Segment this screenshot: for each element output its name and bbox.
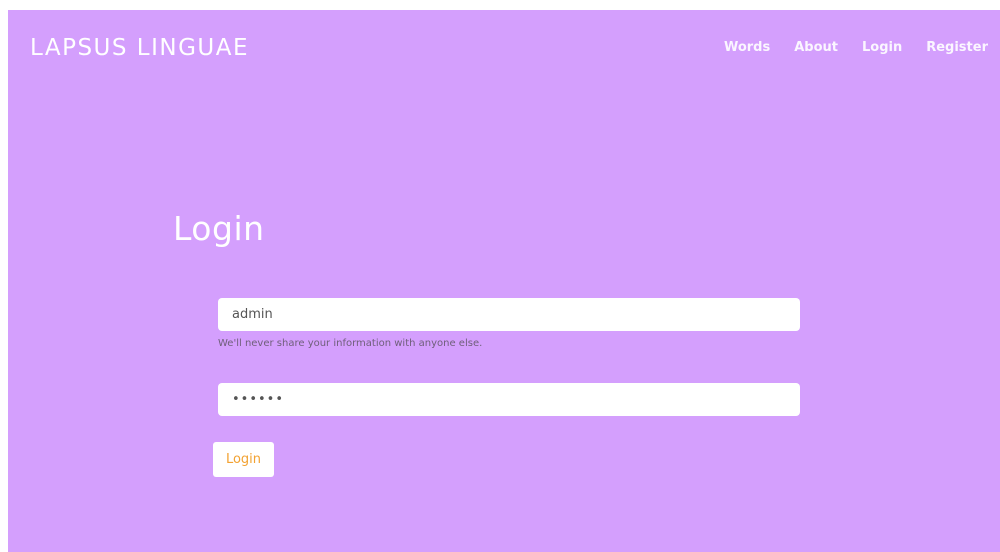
main-nav: Words About Login Register bbox=[724, 40, 988, 55]
nav-link-about[interactable]: About bbox=[794, 40, 838, 55]
privacy-help-text: We'll never share your information with … bbox=[218, 338, 483, 349]
password-input[interactable] bbox=[218, 383, 800, 416]
nav-link-words[interactable]: Words bbox=[724, 40, 770, 55]
nav-link-register[interactable]: Register bbox=[926, 40, 988, 55]
nav-link-login[interactable]: Login bbox=[862, 40, 902, 55]
brand-logo[interactable]: LAPSUS LINGUAE bbox=[30, 35, 249, 61]
login-button[interactable]: Login bbox=[213, 442, 274, 477]
page-container: LAPSUS LINGUAE Words About Login Registe… bbox=[8, 10, 1000, 552]
page-title: Login bbox=[173, 209, 265, 248]
username-input[interactable] bbox=[218, 298, 800, 331]
